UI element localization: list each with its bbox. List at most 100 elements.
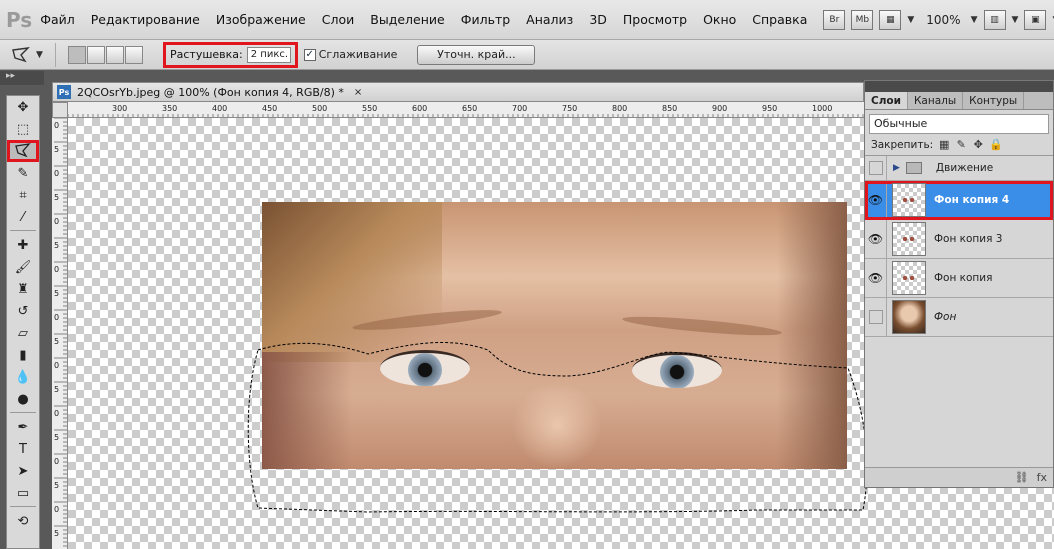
- eraser-tool[interactable]: ▱: [7, 322, 39, 344]
- shape-tool[interactable]: ▭: [7, 482, 39, 504]
- menu-window[interactable]: Окно: [695, 0, 744, 40]
- options-bar: ▼ Растушевка: 2 пикс. ✓ Сглаживание Уточ…: [0, 40, 1054, 70]
- marquee-tool[interactable]: ⬚: [7, 118, 39, 140]
- subtract-from-selection-button[interactable]: [106, 45, 124, 64]
- ruler-label: 5: [54, 385, 59, 394]
- ruler-label: 0: [54, 457, 59, 466]
- toolbox-divider: [10, 230, 36, 232]
- layer-background-copy-3[interactable]: 👁 Фон копия 3: [865, 220, 1053, 259]
- view-extras-button[interactable]: ▦: [879, 9, 902, 30]
- menu-help[interactable]: Справка: [744, 0, 815, 40]
- menu-view[interactable]: Просмотр: [615, 0, 695, 40]
- ruler-origin[interactable]: [52, 102, 68, 118]
- chevron-down-icon[interactable]: ▼: [907, 15, 914, 25]
- document-tab[interactable]: Ps 2QCOsrYb.jpeg @ 100% (Фон копия 4, RG…: [52, 82, 864, 102]
- menu-analysis[interactable]: Анализ: [518, 0, 581, 40]
- lock-transparency-icon[interactable]: ▦: [938, 138, 950, 151]
- toolbox-header[interactable]: ▸▸: [0, 71, 44, 85]
- eye-icon[interactable]: 👁: [865, 181, 887, 219]
- panel-header[interactable]: [865, 81, 1053, 92]
- quick-selection-tool[interactable]: ✎: [7, 162, 39, 184]
- ruler-label: 950: [762, 104, 777, 113]
- clone-stamp-tool[interactable]: ♜: [7, 278, 39, 300]
- crop-tool[interactable]: ⌗: [7, 184, 39, 206]
- pen-tool[interactable]: ✒: [7, 416, 39, 438]
- layer-thumbnail: [892, 222, 926, 256]
- arrow-icon: ➤: [17, 463, 29, 479]
- menu-select[interactable]: Выделение: [362, 0, 452, 40]
- tab-channels[interactable]: Каналы: [908, 92, 964, 109]
- blur-tool[interactable]: 💧: [7, 366, 39, 388]
- new-selection-button[interactable]: [68, 45, 86, 64]
- history-brush-icon: ↺: [17, 303, 29, 319]
- feather-input[interactable]: 2 пикс.: [246, 46, 291, 63]
- type-icon: T: [19, 441, 27, 457]
- eye-icon[interactable]: 👁: [865, 259, 887, 297]
- history-brush-tool[interactable]: ↺: [7, 300, 39, 322]
- arrange-documents-button[interactable]: ▥: [983, 9, 1006, 30]
- screen-mode-button[interactable]: ▣: [1024, 9, 1047, 30]
- move-tool[interactable]: ✥: [7, 96, 39, 118]
- add-to-selection-button[interactable]: [87, 45, 105, 64]
- ruler-horizontal[interactable]: 300 350 400 450 500 550 600 650 700 750 800 850 900 9…: [68, 102, 864, 118]
- path-selection-tool[interactable]: ➤: [7, 460, 39, 482]
- tab-layers[interactable]: Слои: [865, 92, 908, 109]
- ruler-label: 500: [312, 104, 327, 113]
- pen-icon: ✒: [17, 419, 29, 435]
- chevron-down-icon[interactable]: ▼: [1012, 15, 1019, 25]
- layer-background-copy-4[interactable]: 👁 Фон копия 4: [865, 181, 1053, 220]
- tool-preset-picker[interactable]: ▼: [10, 42, 56, 67]
- gradient-tool[interactable]: ▮: [7, 344, 39, 366]
- ruler-label: 350: [162, 104, 177, 113]
- feather-highlight: Растушевка: 2 пикс.: [163, 41, 298, 68]
- fx-icon[interactable]: fx: [1037, 471, 1047, 484]
- lock-all-icon[interactable]: 🔒: [989, 138, 1003, 151]
- layer-background[interactable]: Фон: [865, 298, 1053, 337]
- layer-group-motion[interactable]: ▶ Движение: [865, 156, 1053, 181]
- menu-edit[interactable]: Редактирование: [83, 0, 208, 40]
- ruler-label: 900: [712, 104, 727, 113]
- polygonal-lasso-icon: [12, 46, 30, 62]
- lock-pixels-icon[interactable]: ✎: [955, 138, 967, 151]
- bridge-button[interactable]: Br: [823, 9, 846, 30]
- intersect-selection-button[interactable]: [125, 45, 143, 64]
- menu-image[interactable]: Изображение: [208, 0, 314, 40]
- visibility-toggle[interactable]: [865, 298, 887, 336]
- 3d-rotate-tool[interactable]: ⟲: [7, 510, 39, 532]
- marquee-icon: ⬚: [16, 121, 30, 137]
- ruler-label: 400: [212, 104, 227, 113]
- thumbnail-content: [903, 276, 917, 280]
- healing-brush-tool[interactable]: ✚: [7, 234, 39, 256]
- menu-3d[interactable]: 3D: [581, 0, 615, 40]
- expand-triangle-icon[interactable]: ▶: [893, 163, 900, 173]
- ruler-label: 0: [54, 121, 59, 130]
- visibility-toggle[interactable]: [865, 156, 887, 180]
- menu-filter[interactable]: Фильтр: [453, 0, 518, 40]
- refine-edge-button[interactable]: Уточн. край...: [417, 44, 536, 65]
- blend-mode-select[interactable]: Обычные: [869, 114, 1049, 134]
- ruler-vertical[interactable]: 0 5 0 5 0 5 0 5 0 5 0 5 0 5 0 5 0 5: [52, 118, 68, 549]
- layer-background-copy[interactable]: 👁 Фон копия: [865, 259, 1053, 298]
- eye-icon[interactable]: 👁: [865, 220, 887, 258]
- close-icon[interactable]: ×: [354, 87, 362, 98]
- eyedropper-tool[interactable]: ⁄: [7, 206, 39, 228]
- collapse-icon[interactable]: ▸▸: [6, 71, 15, 81]
- tab-paths[interactable]: Контуры: [963, 92, 1025, 109]
- ruler-label: 550: [362, 104, 377, 113]
- layer-name: Фон копия 3: [934, 233, 1003, 245]
- document-title: 2QCOsrYb.jpeg @ 100% (Фон копия 4, RGB/8…: [77, 85, 344, 99]
- type-tool[interactable]: T: [7, 438, 39, 460]
- dodge-tool[interactable]: ●: [7, 388, 39, 410]
- drop-icon: 💧: [14, 369, 32, 385]
- mini-bridge-button[interactable]: Mb: [851, 9, 874, 30]
- brush-tool[interactable]: 🖌: [7, 256, 39, 278]
- zoom-level[interactable]: 100%: [926, 13, 960, 27]
- menu-file[interactable]: Файл: [32, 0, 83, 40]
- ruler-label: 0: [54, 313, 59, 322]
- menu-layers[interactable]: Слои: [314, 0, 363, 40]
- antialias-checkbox[interactable]: ✓: [303, 48, 316, 61]
- lasso-tool[interactable]: [7, 140, 39, 162]
- lock-position-icon[interactable]: ✥: [972, 138, 984, 151]
- link-icon[interactable]: ⛓: [1015, 471, 1029, 484]
- chevron-down-icon[interactable]: ▼: [971, 15, 978, 25]
